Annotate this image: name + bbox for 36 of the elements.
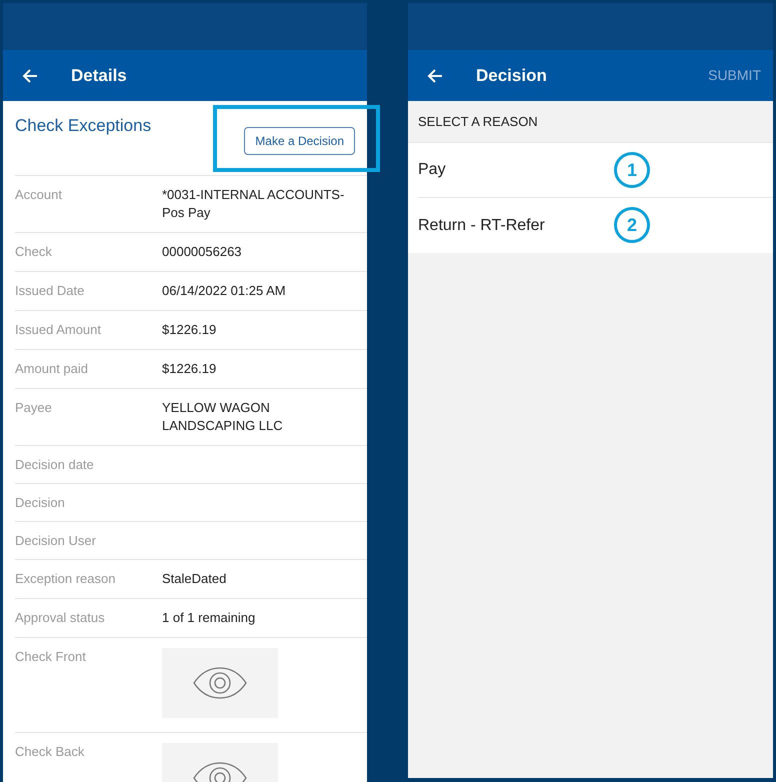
field-label: Account xyxy=(15,186,63,204)
field-value: YELLOW WAGON LANDSCAPING LLC xyxy=(162,399,284,435)
check-image-thumbnail[interactable] xyxy=(162,648,278,718)
back-icon[interactable] xyxy=(427,68,443,84)
reason-item[interactable]: Return - RT-Refer 2 xyxy=(418,198,773,253)
section-label: SELECT A REASON xyxy=(418,112,538,131)
back-icon[interactable] xyxy=(22,68,38,84)
field-value: 00000056263 xyxy=(162,243,243,261)
field-label: Decision xyxy=(15,494,66,511)
field-label: Exception reason xyxy=(15,570,116,588)
field-label: Amount paid xyxy=(15,360,89,378)
field-label: Decision User xyxy=(15,532,97,549)
screen-title: Details xyxy=(71,64,127,87)
screen-title: Decision xyxy=(476,64,547,87)
field-label: Approval status xyxy=(15,609,106,627)
field-value: $1226.19 xyxy=(162,360,218,378)
field-value: *0031-INTERNAL ACCOUNTS-Pos Pay xyxy=(162,186,346,222)
make-decision-button[interactable]: Make a Decision xyxy=(244,127,355,155)
reason-label: Return - RT-Refer xyxy=(418,216,545,236)
eye-icon xyxy=(192,667,248,699)
field-value: StaleDated xyxy=(162,570,228,588)
field-value: 1 of 1 remaining xyxy=(162,609,256,627)
field-label: Check xyxy=(15,243,53,261)
field-label: Issued Date xyxy=(15,282,86,300)
field-value: $1226.19 xyxy=(162,321,218,339)
field-label: Payee xyxy=(15,399,53,417)
step-number-marker: 1 xyxy=(614,152,650,188)
step-number-marker: 2 xyxy=(614,207,650,243)
reason-label: Pay xyxy=(418,160,446,180)
section-title: Check Exceptions xyxy=(15,115,152,137)
reason-item[interactable]: Pay 1 xyxy=(418,143,773,198)
field-label: Check Back xyxy=(15,743,86,761)
field-label: Issued Amount xyxy=(15,321,102,339)
field-value: 06/14/2022 01:25 AM xyxy=(162,282,287,300)
field-label: Decision date xyxy=(15,456,95,473)
field-label: Check Front xyxy=(15,648,87,666)
